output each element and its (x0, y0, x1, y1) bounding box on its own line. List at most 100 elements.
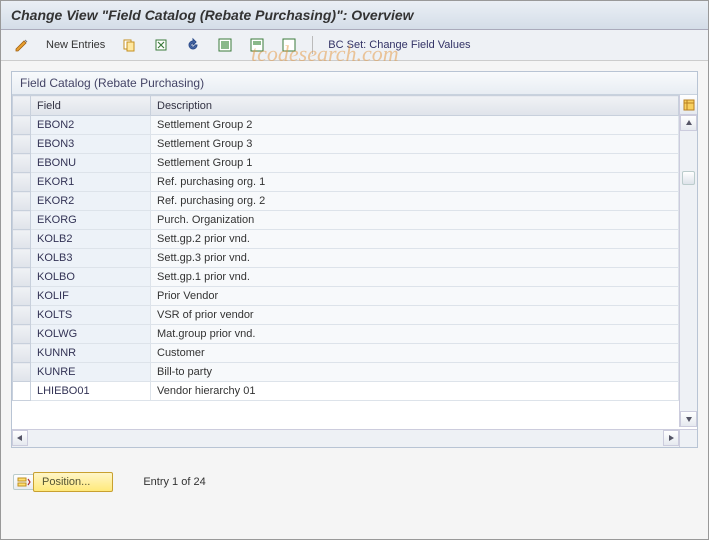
table-settings-icon (683, 99, 695, 111)
triangle-right-icon (667, 434, 675, 442)
scroll-up-button[interactable] (680, 115, 697, 131)
table-row[interactable]: EBONUSettlement Group 1 (13, 154, 679, 173)
description-cell: Settlement Group 3 (151, 135, 679, 154)
hscroll-track[interactable] (28, 430, 663, 447)
undo-icon (185, 37, 201, 53)
description-cell: Customer (151, 344, 679, 363)
scroll-right-button[interactable] (663, 430, 679, 446)
delete-icon (153, 37, 169, 53)
table-row[interactable]: KOLB3Sett.gp.3 prior vnd. (13, 249, 679, 268)
position-label: Position... (42, 476, 90, 488)
triangle-down-icon (685, 415, 693, 423)
pencil-glasses-icon (14, 37, 30, 53)
deselect-all-button[interactable] (276, 34, 302, 56)
description-cell: VSR of prior vendor (151, 306, 679, 325)
select-block-icon (249, 37, 265, 53)
row-selector[interactable] (13, 382, 31, 401)
configure-columns-button[interactable] (680, 95, 697, 115)
scrollbar-thumb[interactable] (682, 171, 695, 185)
description-cell: Mat.group prior vnd. (151, 325, 679, 344)
row-selector[interactable] (13, 344, 31, 363)
table-row[interactable]: KOLWGMat.group prior vnd. (13, 325, 679, 344)
row-selector[interactable] (13, 363, 31, 382)
toolbar-separator (312, 36, 313, 54)
footer: Position... Entry 1 of 24 (1, 458, 708, 506)
position-icon-button[interactable] (13, 474, 35, 490)
field-cell: KOLWG (31, 325, 151, 344)
field-cell: KOLB2 (31, 230, 151, 249)
field-cell: KOLB3 (31, 249, 151, 268)
page-title: Change View "Field Catalog (Rebate Purch… (1, 1, 708, 30)
field-cell: LHIEBO01 (31, 382, 151, 401)
entry-counter: Entry 1 of 24 (143, 476, 205, 488)
vertical-scrollbar[interactable] (679, 95, 697, 427)
table-row[interactable]: EKOR1Ref. purchasing org. 1 (13, 173, 679, 192)
description-cell: Settlement Group 1 (151, 154, 679, 173)
field-cell: EKOR1 (31, 173, 151, 192)
table-panel: Field Catalog (Rebate Purchasing) Field … (11, 71, 698, 448)
table-row[interactable]: KOLTSVSR of prior vendor (13, 306, 679, 325)
description-cell: Sett.gp.2 prior vnd. (151, 230, 679, 249)
table-row[interactable]: LHIEBO01Vendor hierarchy 01 (13, 382, 679, 401)
table-row[interactable]: KUNREBill-to party (13, 363, 679, 382)
table-row[interactable]: EBON3Settlement Group 3 (13, 135, 679, 154)
field-catalog-table: Field Description EBON2Settlement Group … (12, 95, 679, 401)
row-selector[interactable] (13, 325, 31, 344)
bc-set-button[interactable]: BC Set: Change Field Values (323, 36, 475, 54)
select-all-button[interactable] (212, 34, 238, 56)
horizontal-scrollbar[interactable] (12, 429, 679, 447)
row-selector[interactable] (13, 306, 31, 325)
field-cell: EBON2 (31, 116, 151, 135)
scroll-left-button[interactable] (12, 430, 28, 446)
description-cell: Prior Vendor (151, 287, 679, 306)
position-icon (17, 476, 31, 488)
select-all-icon (217, 37, 233, 53)
table-row[interactable]: KOLBOSett.gp.1 prior vnd. (13, 268, 679, 287)
table-row[interactable]: EBON2Settlement Group 2 (13, 116, 679, 135)
field-cell: EBON3 (31, 135, 151, 154)
row-selector[interactable] (13, 249, 31, 268)
copy-as-button[interactable] (116, 34, 142, 56)
field-cell: KOLIF (31, 287, 151, 306)
row-selector[interactable] (13, 173, 31, 192)
row-selector[interactable] (13, 268, 31, 287)
deselect-all-icon (281, 37, 297, 53)
table-row[interactable]: KOLIFPrior Vendor (13, 287, 679, 306)
scrollbar-corner (679, 429, 697, 447)
table-row[interactable]: EKORGPurch. Organization (13, 211, 679, 230)
row-selector[interactable] (13, 116, 31, 135)
field-cell: KOLBO (31, 268, 151, 287)
row-selector[interactable] (13, 135, 31, 154)
field-cell: EKORG (31, 211, 151, 230)
bc-set-label: BC Set: Change Field Values (328, 39, 470, 51)
select-block-button[interactable] (244, 34, 270, 56)
field-column-header[interactable]: Field (31, 96, 151, 116)
triangle-up-icon (685, 119, 693, 127)
toolbar: New Entries BC Set: Change Field Values (1, 30, 708, 61)
table-row[interactable]: EKOR2Ref. purchasing org. 2 (13, 192, 679, 211)
new-entries-button[interactable]: New Entries (41, 36, 110, 54)
row-selector[interactable] (13, 154, 31, 173)
description-cell: Sett.gp.3 prior vnd. (151, 249, 679, 268)
select-column-header[interactable] (13, 96, 31, 116)
scrollbar-track[interactable] (680, 131, 697, 411)
description-cell: Bill-to party (151, 363, 679, 382)
table-row[interactable]: KUNNRCustomer (13, 344, 679, 363)
undo-button[interactable] (180, 34, 206, 56)
row-selector[interactable] (13, 192, 31, 211)
field-cell: KOLTS (31, 306, 151, 325)
table-scroll-area: Field Description EBON2Settlement Group … (12, 95, 679, 427)
description-column-header[interactable]: Description (151, 96, 679, 116)
position-button[interactable]: Position... (33, 472, 113, 492)
row-selector[interactable] (13, 211, 31, 230)
row-selector[interactable] (13, 230, 31, 249)
table-row[interactable]: KOLB2Sett.gp.2 prior vnd. (13, 230, 679, 249)
triangle-left-icon (16, 434, 24, 442)
toggle-display-change-button[interactable] (9, 34, 35, 56)
scroll-down-button[interactable] (680, 411, 697, 427)
panel-title: Field Catalog (Rebate Purchasing) (12, 72, 697, 95)
delete-button[interactable] (148, 34, 174, 56)
row-selector[interactable] (13, 287, 31, 306)
description-cell: Ref. purchasing org. 1 (151, 173, 679, 192)
new-entries-label: New Entries (46, 39, 105, 51)
